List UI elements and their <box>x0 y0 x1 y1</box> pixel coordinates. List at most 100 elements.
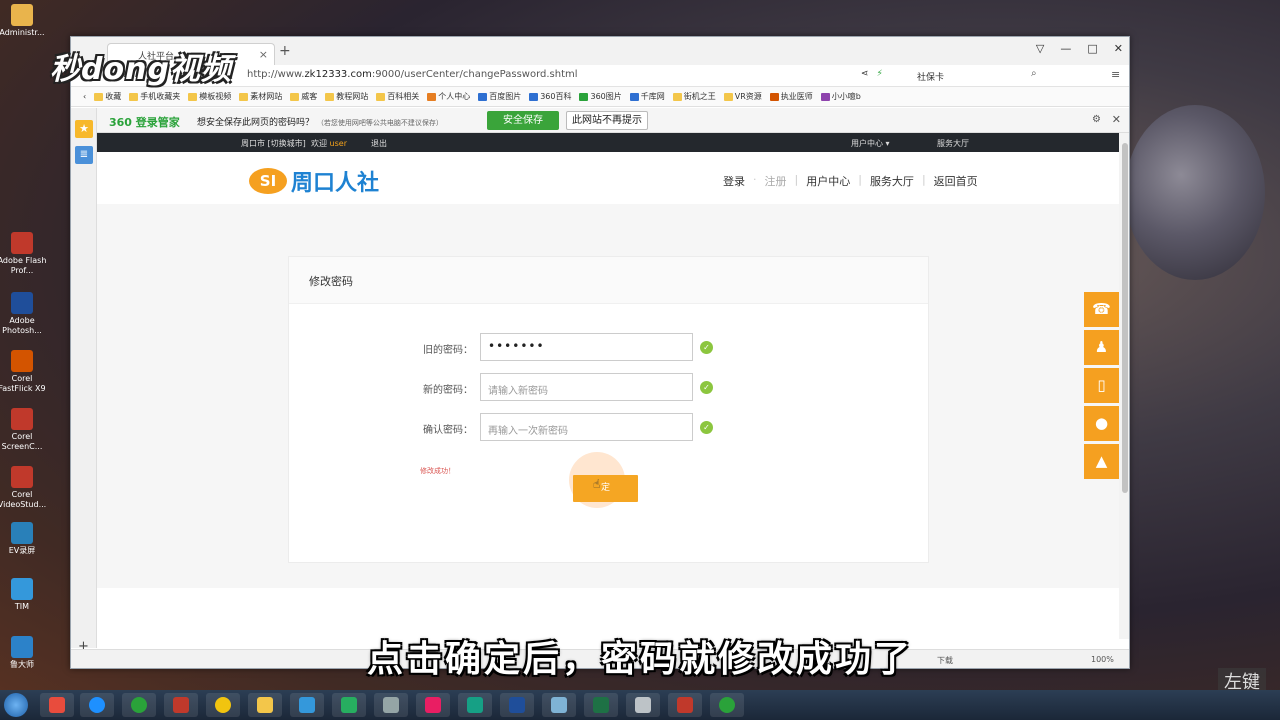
qq-icon[interactable]: ♟ <box>1084 330 1119 365</box>
maximize-button[interactable]: □ <box>1087 42 1097 55</box>
search-icon[interactable]: ⌕ <box>1031 68 1037 79</box>
user-center-dropdown[interactable]: 用户中心 ▾ <box>851 138 890 149</box>
browser-sidebar: ★ ≣ + <box>71 108 97 654</box>
taskbar <box>0 690 1280 720</box>
desktop-icon[interactable]: Corel ScreenC... <box>0 408 48 452</box>
taskbar-app[interactable] <box>164 693 198 717</box>
ie-icon[interactable] <box>80 693 114 717</box>
desktop-icon[interactable]: Corel FastFlick X9 <box>0 350 48 394</box>
browser-360-icon[interactable] <box>122 693 156 717</box>
bookmark-item[interactable]: 360百科 <box>529 91 571 102</box>
site-icon <box>820 92 830 101</box>
url-text[interactable]: http://www.zk12333.com:9000/userCenter/c… <box>247 69 578 80</box>
confirm-password-input[interactable]: 再输入一次新密码 <box>480 413 693 441</box>
desktop-icon[interactable]: TIM <box>0 578 48 612</box>
service-hall-link[interactable]: 服务大厅 <box>937 138 969 149</box>
desktop-icon[interactable]: Corel VideoStud... <box>0 466 48 510</box>
taskbar-app[interactable] <box>416 693 450 717</box>
share-icon[interactable]: ⋖ <box>861 69 869 79</box>
nav-register[interactable]: 注册 <box>765 173 787 189</box>
favorites-star-icon[interactable]: ★ <box>75 120 93 138</box>
back-icon[interactable]: ‹ <box>83 92 86 101</box>
star-icon <box>94 92 104 101</box>
bookmark-item[interactable]: 360图片 <box>579 91 622 102</box>
taskbar-app[interactable] <box>626 693 660 717</box>
safe-save-button[interactable]: 安全保存 <box>487 111 559 130</box>
start-button[interactable] <box>4 693 28 717</box>
excel-icon[interactable] <box>584 693 618 717</box>
new-tab-button[interactable]: + <box>279 43 291 59</box>
photoshop-icon[interactable] <box>500 693 534 717</box>
taskbar-app[interactable] <box>40 693 74 717</box>
folder-icon <box>290 92 300 101</box>
vertical-scrollbar[interactable] <box>1119 133 1129 639</box>
notes-icon[interactable]: ≣ <box>75 146 93 164</box>
bookmark-item[interactable]: 教程网站 <box>325 91 368 102</box>
bookmark-item[interactable]: VR资源 <box>723 91 762 102</box>
taskbar-app[interactable] <box>374 693 408 717</box>
bookmark-item[interactable]: 收藏 <box>94 91 121 102</box>
flash-icon[interactable] <box>668 693 702 717</box>
bookmark-item[interactable]: 千库网 <box>629 91 665 102</box>
bookmark-item[interactable]: 百科相关 <box>376 91 419 102</box>
desktop-wallpaper-planet <box>1125 105 1265 280</box>
site-icon <box>427 92 437 101</box>
bookmark-item[interactable]: 素材网站 <box>239 91 282 102</box>
phone-icon[interactable]: ☎ <box>1084 292 1119 327</box>
new-password-input[interactable]: 请输入新密码 <box>480 373 693 401</box>
taskbar-app[interactable] <box>290 693 324 717</box>
desktop-icon[interactable]: Adobe Photosh... <box>0 292 48 336</box>
nav-login[interactable]: 登录 <box>723 173 745 189</box>
desktop-icon[interactable]: Adobe Flash Prof... <box>0 232 48 276</box>
site-icon <box>769 92 779 101</box>
folder-icon <box>129 92 139 101</box>
save-password-question: 想安全保存此网页的密码吗？ （若您使用网吧等公共电脑不建议保存） <box>197 118 443 128</box>
site-logo[interactable]: SI 周口人社 <box>249 165 379 197</box>
nav-home[interactable]: 返回首页 <box>934 173 978 189</box>
back-to-top-icon[interactable]: ▲ <box>1084 444 1119 479</box>
shirt-icon[interactable]: ▽ <box>1036 42 1044 55</box>
bookmark-item[interactable]: 模板视频 <box>188 91 231 102</box>
menu-icon[interactable]: ≡ <box>1111 68 1120 81</box>
taskbar-app[interactable] <box>458 693 492 717</box>
lightning-icon[interactable]: ⚡ <box>877 69 883 79</box>
bookmark-item[interactable]: 小小噫b <box>820 91 861 102</box>
folder-icon[interactable] <box>248 693 282 717</box>
bookmark-item[interactable]: 执业医师 <box>769 91 813 102</box>
scrollbar-thumb[interactable] <box>1122 143 1128 493</box>
desktop-icon[interactable]: EV录屏 <box>0 522 48 556</box>
old-password-row: 旧的密码： ••••••• ✓ <box>289 333 928 361</box>
old-password-input[interactable]: ••••••• <box>480 333 693 361</box>
confirm-button[interactable]: 定 <box>573 475 638 502</box>
bookmark-item[interactable]: 街机之王 <box>672 91 716 102</box>
close-window-button[interactable]: ✕ <box>1114 42 1123 55</box>
nav-divider: | <box>794 173 799 186</box>
bookmark-item[interactable]: 手机收藏夹 <box>129 91 180 102</box>
browser-window: 人社平台... × + ▽ — □ ✕ http://www.zk12333.c… <box>70 36 1130 669</box>
web-page: 周口市 [切换城市] 欢迎 user 退出 用户中心 ▾ 服务大厅 SI 周口人… <box>97 133 1119 639</box>
never-prompt-button[interactable]: 此网站不再提示 <box>566 111 648 130</box>
wechat-icon[interactable]: ● <box>1084 406 1119 441</box>
close-icon[interactable]: ✕ <box>1112 113 1121 126</box>
gear-icon[interactable]: ⚙ <box>1092 114 1101 125</box>
nav-service-hall[interactable]: 服务大厅 <box>870 173 914 189</box>
city-switch[interactable]: 周口市 [切换城市] <box>241 138 306 149</box>
bookmark-item[interactable]: 威客 <box>290 91 317 102</box>
minimize-button[interactable]: — <box>1060 42 1071 55</box>
logout-link[interactable]: 退出 <box>371 138 387 149</box>
confirm-password-row: 确认密码： 再输入一次新密码 ✓ <box>289 413 928 441</box>
desktop-icon[interactable]: Administr... <box>0 4 48 38</box>
search-input[interactable]: 社保卡 <box>911 68 1041 84</box>
media-player-icon[interactable] <box>332 693 366 717</box>
folder-icon <box>376 92 386 101</box>
chrome-icon[interactable] <box>206 693 240 717</box>
bookmark-item[interactable]: 个人中心 <box>427 91 470 102</box>
site-icon <box>478 92 488 101</box>
bookmark-item[interactable]: 百度图片 <box>478 91 521 102</box>
bookmarks-bar: ‹ 收藏 手机收藏夹 模板视频 素材网站 威客 教程网站 百科相关 个人中心 百… <box>71 87 1129 107</box>
taskbar-app[interactable] <box>542 693 576 717</box>
mobile-icon[interactable]: ▯ <box>1084 368 1119 403</box>
browser-360-active-icon[interactable] <box>710 693 744 717</box>
nav-user-center[interactable]: 用户中心 <box>806 173 850 189</box>
close-tab-icon[interactable]: × <box>259 48 268 61</box>
